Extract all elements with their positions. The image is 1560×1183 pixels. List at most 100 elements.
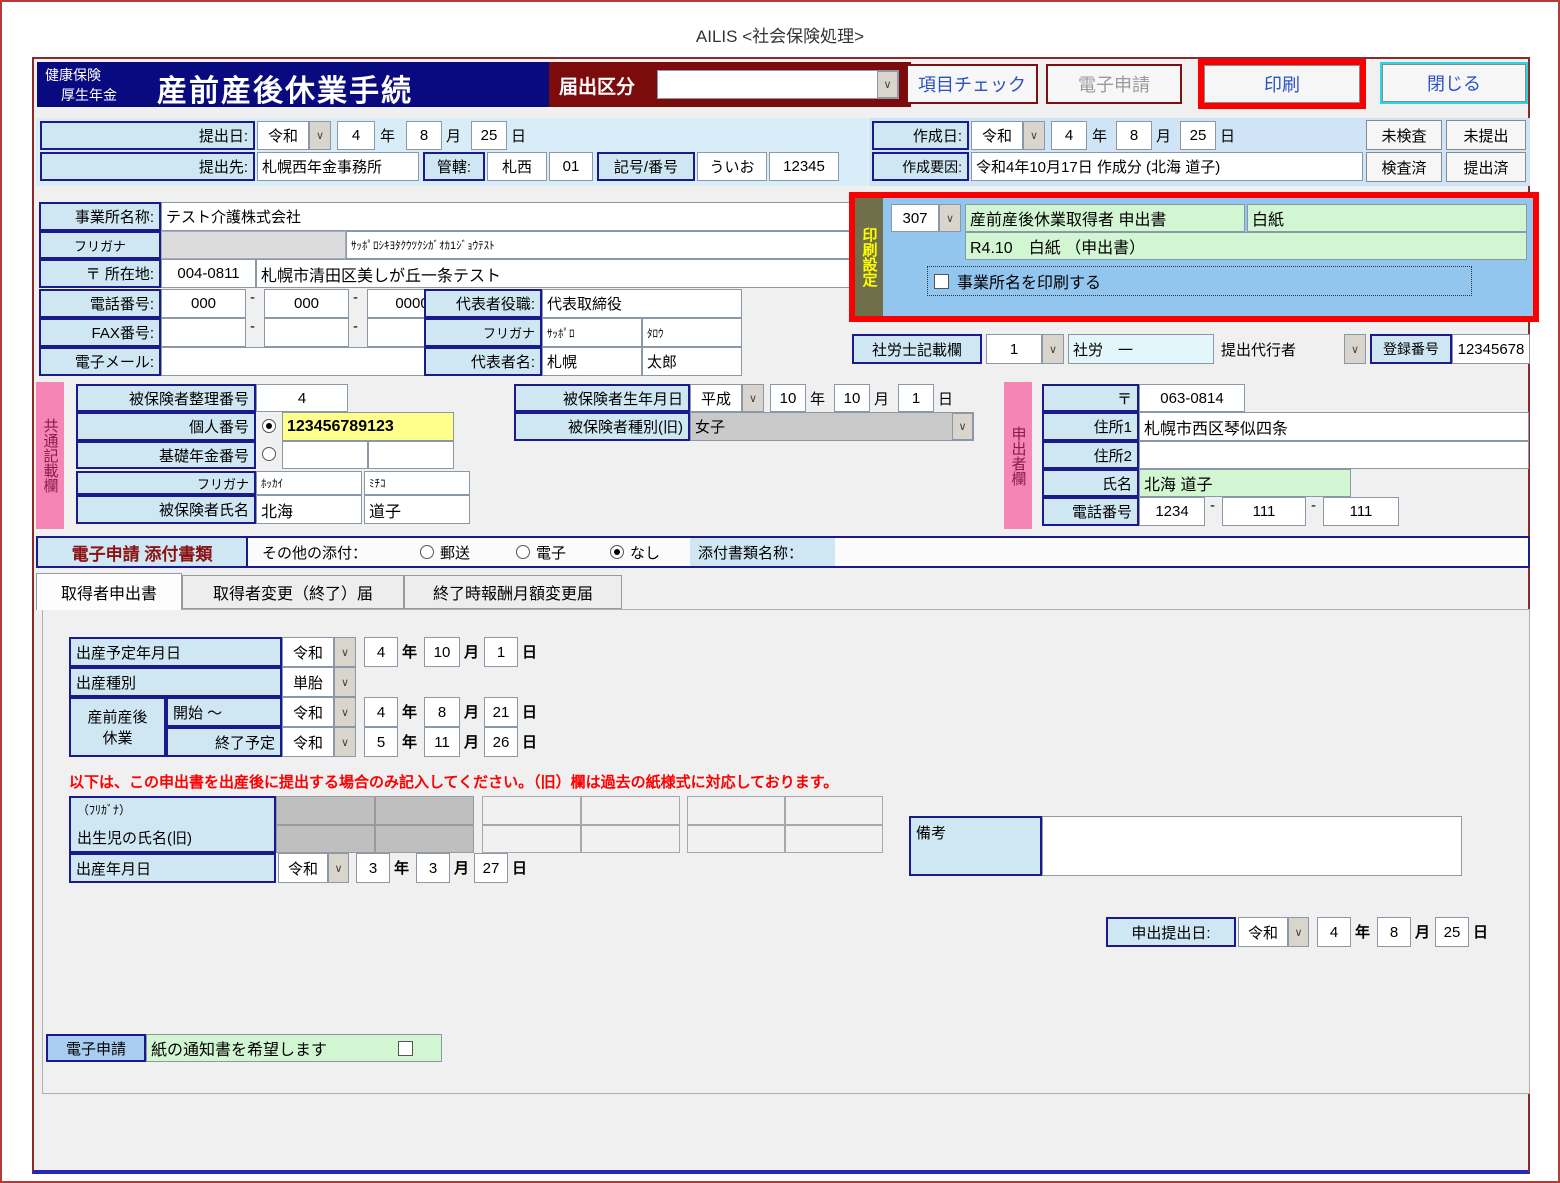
child-grid-cell[interactable] bbox=[785, 796, 883, 825]
insured-birth-month-field[interactable]: 10 bbox=[834, 384, 870, 412]
chevron-down-icon[interactable]: ∨ bbox=[742, 384, 764, 412]
chevron-down-icon[interactable]: ∨ bbox=[1344, 334, 1366, 364]
chevron-down-icon[interactable]: ∨ bbox=[309, 121, 331, 150]
chevron-down-icon[interactable]: ∨ bbox=[939, 204, 961, 232]
checkbox-icon[interactable] bbox=[398, 1041, 413, 1056]
chevron-down-icon[interactable]: ∨ bbox=[1288, 917, 1309, 947]
create-year-field[interactable]: 4 bbox=[1051, 121, 1087, 150]
kigo-field-1[interactable]: ういお bbox=[697, 152, 767, 181]
tab-henko-shuryo-todoke[interactable]: 取得者変更（終了）届 bbox=[182, 575, 404, 609]
sharoshi-no-select[interactable]: 1 bbox=[986, 334, 1042, 364]
leave-end-month-field[interactable]: 11 bbox=[424, 727, 460, 757]
insured-birth-day-field[interactable]: 1 bbox=[898, 384, 934, 412]
submit-year-field[interactable]: 4 bbox=[337, 121, 375, 150]
status-unchecked-button[interactable]: 未検査 bbox=[1366, 120, 1442, 150]
applicant-tel2-field[interactable]: 111 bbox=[1222, 497, 1306, 526]
submit-dest-field[interactable]: 札幌西年金事務所 bbox=[257, 152, 419, 181]
sharoshi-reg-field[interactable]: 12345678 bbox=[1452, 334, 1530, 364]
radio-electronic-icon[interactable] bbox=[516, 545, 530, 559]
status-submitted-button[interactable]: 提出済 bbox=[1446, 152, 1526, 182]
due-day-field[interactable]: 1 bbox=[484, 637, 518, 667]
leave-start-era-select[interactable]: 令和 bbox=[282, 697, 334, 727]
birth-kind-select[interactable]: 単胎 bbox=[282, 667, 334, 697]
due-month-field[interactable]: 10 bbox=[424, 637, 460, 667]
submit-month-field[interactable]: 8 bbox=[406, 121, 442, 150]
app-submit-year-field[interactable]: 4 bbox=[1317, 917, 1351, 947]
leave-end-year-field[interactable]: 5 bbox=[364, 727, 398, 757]
office-fax2-field[interactable] bbox=[264, 318, 349, 347]
office-tel1-field[interactable]: 000 bbox=[161, 289, 246, 318]
leave-end-day-field[interactable]: 26 bbox=[484, 727, 518, 757]
rep-kana1-field[interactable]: ｻｯﾎﾟﾛ bbox=[542, 318, 642, 347]
office-name-field[interactable]: テスト介護株式会社 bbox=[161, 202, 851, 231]
radio-kojin-selected-icon[interactable] bbox=[262, 419, 276, 433]
child-grid-cell[interactable] bbox=[581, 796, 680, 825]
chevron-down-icon[interactable]: ∨ bbox=[1023, 121, 1045, 150]
print-form-no-select[interactable]: 307 bbox=[891, 204, 939, 232]
birth-month-field[interactable]: 3 bbox=[416, 853, 450, 883]
office-zip-field[interactable]: 004-0811 bbox=[161, 259, 256, 288]
insured-type-select[interactable]: 女子 bbox=[690, 412, 974, 441]
due-era-select[interactable]: 令和 bbox=[282, 637, 334, 667]
print-office-name-option[interactable]: 事業所名を印刷する bbox=[927, 266, 1472, 296]
attach-option-none[interactable]: なし bbox=[610, 538, 660, 566]
office-kana-field[interactable]: ｻｯﾎﾟﾛｼｷﾖﾀｸｳﾂｸｼｶﾞｵｶ1ｼﾞｮｳﾃｽﾄ bbox=[346, 231, 851, 259]
kigo-field-2[interactable]: 12345 bbox=[769, 152, 839, 181]
child-grid-cell[interactable] bbox=[687, 796, 785, 825]
create-month-field[interactable]: 8 bbox=[1116, 121, 1152, 150]
leave-start-day-field[interactable]: 21 bbox=[484, 697, 518, 727]
office-addr-field[interactable]: 札幌市清田区美しが丘一条テスト bbox=[256, 259, 851, 288]
close-button[interactable]: 閉じる bbox=[1380, 62, 1528, 104]
status-checked-button[interactable]: 検査済 bbox=[1366, 152, 1442, 182]
print-button[interactable]: 印刷 bbox=[1204, 65, 1360, 103]
leave-start-month-field[interactable]: 8 bbox=[424, 697, 460, 727]
rep-name2-field[interactable]: 太郎 bbox=[642, 347, 742, 376]
chevron-down-icon[interactable]: ∨ bbox=[1042, 334, 1064, 364]
e-apply-button[interactable]: 電子申請 bbox=[1046, 64, 1182, 104]
rep-name1-field[interactable]: 札幌 bbox=[542, 347, 642, 376]
birth-year-field[interactable]: 3 bbox=[356, 853, 390, 883]
applicant-name-field[interactable]: 北海 道子 bbox=[1139, 469, 1351, 497]
insured-name1-field[interactable]: 北海 bbox=[256, 495, 362, 524]
create-reason-field[interactable]: 令和4年10月17日 作成分 (北海 道子) bbox=[971, 152, 1363, 181]
paper-notice-option[interactable]: 紙の通知書を希望します bbox=[146, 1034, 442, 1062]
insured-name2-field[interactable]: 道子 bbox=[364, 495, 470, 524]
insured-kiso2-field[interactable] bbox=[368, 441, 454, 469]
chevron-down-icon[interactable]: ∨ bbox=[328, 853, 349, 883]
rep-kana2-field[interactable]: ﾀﾛｳ bbox=[642, 318, 742, 347]
submit-era-select[interactable]: 令和 bbox=[257, 121, 309, 150]
insured-birth-year-field[interactable]: 10 bbox=[770, 384, 806, 412]
tab-shuryoji-hoshu-henko[interactable]: 終了時報酬月額変更届 bbox=[404, 575, 622, 609]
leave-start-year-field[interactable]: 4 bbox=[364, 697, 398, 727]
app-submit-month-field[interactable]: 8 bbox=[1377, 917, 1411, 947]
attach-option-mail[interactable]: 郵送 bbox=[420, 538, 470, 566]
status-unsubmitted-button[interactable]: 未提出 bbox=[1446, 120, 1526, 150]
office-fax1-field[interactable] bbox=[161, 318, 246, 347]
kubun-select[interactable]: 申出書 bbox=[657, 70, 899, 99]
insured-kiso1-field[interactable] bbox=[282, 441, 368, 469]
applicant-zip-field[interactable]: 063-0814 bbox=[1139, 384, 1245, 412]
birth-day-field[interactable]: 27 bbox=[474, 853, 508, 883]
child-grid-cell[interactable] bbox=[687, 825, 785, 853]
applicant-tel3-field[interactable]: 111 bbox=[1323, 497, 1399, 526]
chevron-down-icon[interactable]: ∨ bbox=[334, 727, 356, 757]
chevron-down-icon[interactable]: ∨ bbox=[952, 413, 973, 440]
insured-birth-era-select[interactable]: 平成 bbox=[690, 384, 742, 412]
app-submit-era-select[interactable]: 令和 bbox=[1238, 917, 1288, 947]
insured-kojin-field[interactable]: 123456789123 bbox=[282, 412, 454, 441]
due-year-field[interactable]: 4 bbox=[364, 637, 398, 667]
kankatsu-field-2[interactable]: 01 bbox=[549, 152, 593, 181]
rep-title-field[interactable]: 代表取締役 bbox=[542, 289, 742, 318]
attach-option-electronic[interactable]: 電子 bbox=[516, 538, 566, 566]
sharoshi-role-select[interactable]: 提出代行者 bbox=[1216, 334, 1344, 364]
checkbox-icon[interactable] bbox=[934, 274, 949, 289]
chevron-down-icon[interactable]: ∨ bbox=[877, 71, 898, 98]
applicant-tel1-field[interactable]: 1234 bbox=[1139, 497, 1205, 526]
office-tel2-field[interactable]: 000 bbox=[264, 289, 349, 318]
submit-day-field[interactable]: 25 bbox=[471, 121, 507, 150]
create-day-field[interactable]: 25 bbox=[1180, 121, 1216, 150]
radio-kiso-icon[interactable] bbox=[262, 447, 276, 461]
leave-end-era-select[interactable]: 令和 bbox=[282, 727, 334, 757]
tab-shutokusha-moushidesho[interactable]: 取得者申出書 bbox=[36, 573, 182, 610]
child-grid-cell[interactable] bbox=[785, 825, 883, 853]
